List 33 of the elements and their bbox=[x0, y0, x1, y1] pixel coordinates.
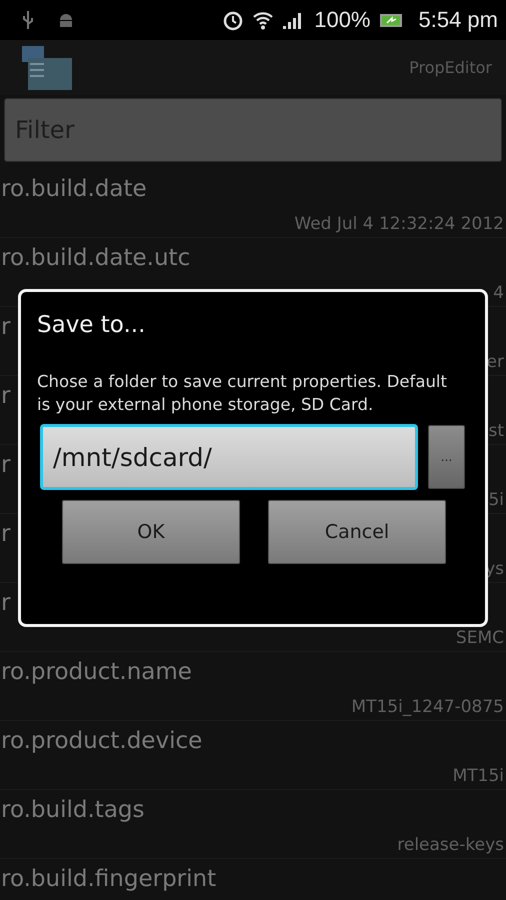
battery-level: 100% bbox=[314, 7, 370, 33]
property-value: release-keys bbox=[397, 834, 505, 857]
browse-button[interactable]: ... bbox=[428, 425, 465, 489]
property-name: ro.build.date bbox=[0, 175, 147, 204]
property-name: r bbox=[0, 451, 10, 480]
cancel-button[interactable]: Cancel bbox=[268, 500, 446, 564]
property-value: SEMC bbox=[456, 627, 505, 650]
wifi-icon bbox=[252, 10, 274, 30]
dialog-title: Save to... bbox=[37, 312, 146, 338]
ok-button[interactable]: OK bbox=[62, 500, 240, 564]
property-value: MT15i_1247-0875 bbox=[351, 696, 505, 719]
property-name: ro.product.name bbox=[0, 658, 192, 687]
property-name: r bbox=[0, 382, 10, 411]
property-name: r bbox=[0, 520, 10, 549]
property-name: ro.build.fingerprint bbox=[0, 865, 216, 894]
property-value: 4 bbox=[493, 282, 505, 305]
battery-icon bbox=[378, 12, 402, 28]
property-value: st bbox=[488, 420, 505, 443]
property-value: er bbox=[486, 351, 505, 374]
property-value: 5i bbox=[488, 489, 505, 512]
app-title: PropEditor bbox=[409, 58, 492, 77]
property-name: ro.build.tags bbox=[0, 796, 144, 825]
dialog-message: Chose a folder to save current properties. Default is your external phone storage, SD Card. bbox=[37, 371, 448, 416]
property-name: r bbox=[0, 589, 10, 618]
clock-time: 5:54 pm bbox=[418, 7, 498, 33]
usb-icon bbox=[22, 10, 34, 30]
alarm-icon bbox=[222, 9, 244, 31]
path-field[interactable]: /mnt/sdcard/ bbox=[40, 424, 418, 490]
property-name: r bbox=[0, 313, 10, 342]
property-value: Wed Jul 4 12:32:24 2012 bbox=[294, 213, 505, 236]
property-value: MT15i bbox=[452, 765, 505, 788]
property-name: ro.product.device bbox=[0, 727, 202, 756]
property-name: ro.build.date.utc bbox=[0, 244, 190, 273]
